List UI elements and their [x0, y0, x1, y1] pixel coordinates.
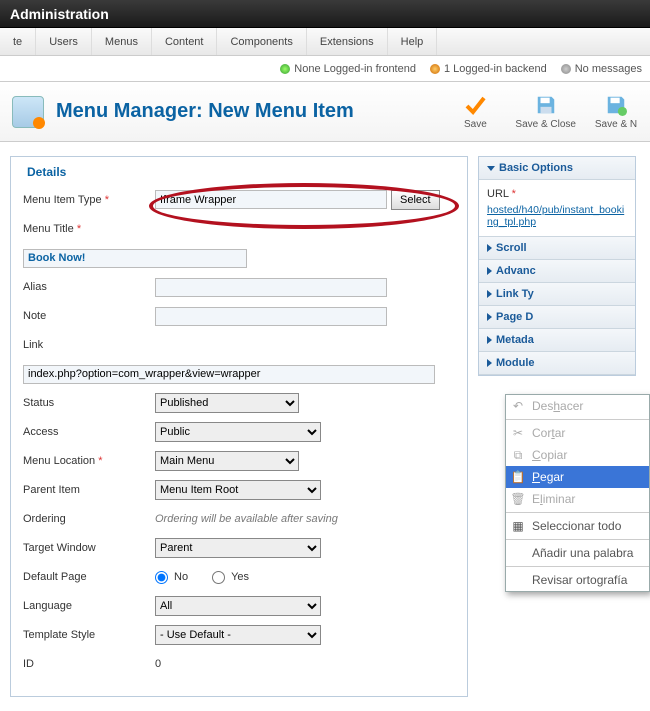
menu-title-input[interactable]: [23, 249, 247, 268]
context-menu: ↶Deshacer ✂Cortar ⧉Copiar 📋Pegar 🗑Elimin…: [505, 394, 650, 592]
app-title: Administration: [10, 6, 109, 22]
link-input[interactable]: [23, 365, 435, 384]
details-panel: Details Menu Item Type * Select Menu Tit…: [10, 156, 468, 697]
default-page-yes-radio[interactable]: [212, 571, 225, 584]
scissors-icon: ✂: [510, 425, 526, 441]
menu-extensions[interactable]: Extensions: [307, 28, 388, 55]
ctx-add-word[interactable]: Añadir una palabra: [506, 542, 649, 564]
clipboard-icon: 📋: [510, 469, 526, 485]
chevron-right-icon: [487, 290, 492, 298]
user-icon: [280, 64, 290, 74]
note-input[interactable]: [155, 307, 387, 326]
ctx-copy[interactable]: ⧉Copiar: [506, 444, 649, 466]
menu-content[interactable]: Content: [152, 28, 218, 55]
undo-icon: ↶: [510, 398, 526, 414]
mail-icon: [561, 64, 571, 74]
save-new-button[interactable]: Save & N: [594, 93, 638, 130]
url-value[interactable]: hosted/h40/pub/instant_booking_tpl.php: [487, 204, 624, 228]
alias-input[interactable]: [155, 278, 387, 297]
parent-item-select[interactable]: Menu Item Root: [155, 480, 321, 500]
menu-manager-icon: [12, 96, 44, 128]
copy-icon: ⧉: [510, 447, 526, 463]
disk-plus-icon: [604, 93, 628, 117]
delete-icon: 🗑: [510, 491, 526, 507]
admin-bar: Administration: [0, 0, 650, 28]
menu-location-select[interactable]: Main Menu: [155, 451, 299, 471]
advanced-header[interactable]: Advanc: [479, 260, 635, 283]
disk-icon: [534, 93, 558, 117]
access-select[interactable]: Public: [155, 422, 321, 442]
page-title: Menu Manager: New Menu Item: [56, 100, 354, 123]
chevron-right-icon: [487, 336, 492, 344]
page-display-header[interactable]: Page D: [479, 306, 635, 329]
status-backend: 1 Logged-in backend: [430, 63, 547, 75]
chevron-right-icon: [487, 244, 492, 252]
ctx-undo[interactable]: ↶Deshacer: [506, 395, 649, 417]
options-panel: Basic Options URL * hosted/h40/pub/insta…: [478, 156, 636, 376]
module-header[interactable]: Module: [479, 352, 635, 375]
language-select[interactable]: All: [155, 596, 321, 616]
status-select[interactable]: Published: [155, 393, 299, 413]
scroll-header[interactable]: Scroll: [479, 237, 635, 260]
template-style-select[interactable]: - Use Default -: [155, 625, 321, 645]
menu-components[interactable]: Components: [217, 28, 306, 55]
menu-menus[interactable]: Menus: [92, 28, 152, 55]
row-menu-item-type: Menu Item Type * Select: [23, 189, 455, 211]
chevron-down-icon: [487, 166, 495, 171]
status-messages: No messages: [561, 63, 642, 75]
ordering-note: Ordering will be available after saving: [155, 513, 338, 525]
details-legend: Details: [23, 165, 70, 179]
status-bar: None Logged-in frontend 1 Logged-in back…: [0, 56, 650, 82]
user-icon: [430, 64, 440, 74]
save-close-button[interactable]: Save & Close: [515, 93, 576, 130]
ctx-delete[interactable]: 🗑Eliminar: [506, 488, 649, 510]
ctx-select-all[interactable]: ▦Seleccionar todo: [506, 515, 649, 537]
link-type-header[interactable]: Link Ty: [479, 283, 635, 306]
row-menu-title: Menu Title *: [23, 218, 455, 240]
select-all-icon: ▦: [510, 518, 526, 534]
top-menu: te Users Menus Content Components Extens…: [0, 28, 650, 56]
chevron-right-icon: [487, 267, 492, 275]
basic-options-body: URL * hosted/h40/pub/instant_booking_tpl…: [479, 180, 635, 237]
menu-users[interactable]: Users: [36, 28, 92, 55]
status-frontend: None Logged-in frontend: [280, 63, 416, 75]
default-page-no-radio[interactable]: [155, 571, 168, 584]
check-icon: [463, 93, 487, 117]
select-type-button[interactable]: Select: [391, 190, 440, 210]
toolbar: Save Save & Close Save & N: [453, 93, 638, 130]
metadata-header[interactable]: Metada: [479, 329, 635, 352]
chevron-right-icon: [487, 313, 492, 321]
ctx-paste[interactable]: 📋Pegar: [506, 466, 649, 488]
save-button[interactable]: Save: [453, 93, 497, 130]
page-header: Menu Manager: New Menu Item Save Save & …: [0, 82, 650, 142]
ctx-spellcheck[interactable]: Revisar ortografía: [506, 569, 649, 591]
ctx-cut[interactable]: ✂Cortar: [506, 422, 649, 444]
chevron-right-icon: [487, 359, 492, 367]
menu-help[interactable]: Help: [388, 28, 438, 55]
menu-site[interactable]: te: [0, 28, 36, 55]
id-value: 0: [155, 658, 161, 670]
menu-item-type-input[interactable]: [155, 190, 387, 209]
basic-options-header[interactable]: Basic Options: [479, 157, 635, 180]
target-window-select[interactable]: Parent: [155, 538, 321, 558]
